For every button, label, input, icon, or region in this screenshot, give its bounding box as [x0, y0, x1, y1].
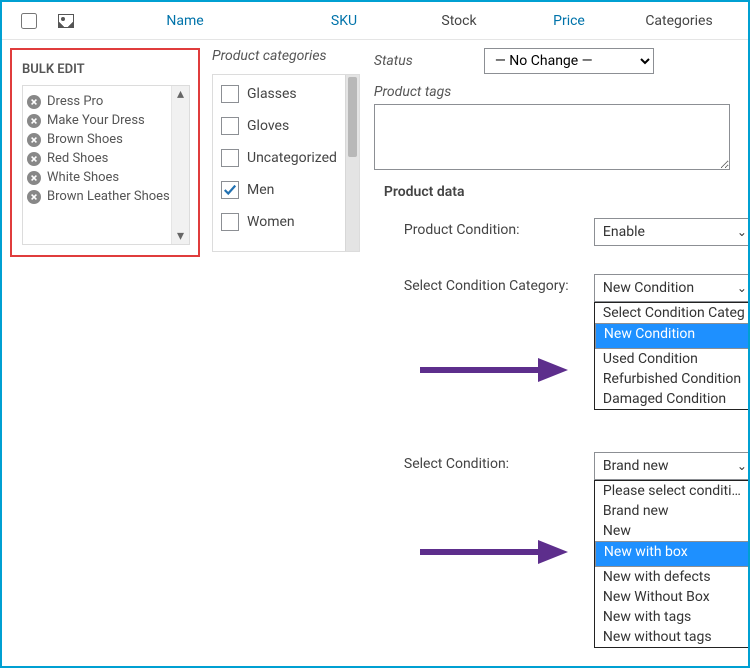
category-item[interactable]: Uncategorized	[221, 149, 337, 167]
bulk-fields: Status — No Change — Product tags Produc…	[370, 48, 750, 504]
listbox-option[interactable]: Select Condition Categ	[595, 303, 750, 323]
bulk-item: Brown Leather Shoes	[27, 187, 167, 206]
category-checkbox[interactable]	[221, 149, 239, 167]
select-condition-label: Select Condition:	[404, 452, 594, 472]
category-item[interactable]: Women	[221, 213, 337, 231]
category-item[interactable]: Gloves	[221, 117, 337, 135]
condition-category-label: Select Condition Category:	[404, 274, 594, 294]
condition-category-value: New Condition	[603, 280, 694, 296]
category-label: Gloves	[247, 118, 289, 134]
category-checkbox[interactable]	[221, 181, 239, 199]
bulk-item-label: White Shoes	[47, 170, 119, 185]
listbox-option[interactable]: New Without Box	[595, 587, 750, 607]
app-frame: Name SKU Stock Price Categories BULK EDI…	[0, 0, 750, 668]
bulk-item-list: Dress Pro Make Your Dress Brown Shoes Red S…	[22, 85, 190, 245]
tags-label: Product tags	[374, 84, 750, 100]
listbox-option[interactable]: New Condition	[595, 323, 750, 349]
category-label: Glasses	[247, 86, 297, 102]
col-stock: Stock	[404, 13, 514, 29]
scroll-down-icon: ▾	[172, 228, 189, 244]
annotation-arrow-icon	[420, 538, 570, 566]
category-label: Men	[247, 182, 274, 198]
bulk-item-label: Make Your Dress	[47, 113, 145, 128]
select-all-checkbox[interactable]	[21, 13, 37, 29]
category-item[interactable]: Men	[221, 181, 337, 199]
scroll-up-icon: ▴	[172, 86, 189, 102]
bulk-edit-title: BULK EDIT	[22, 62, 190, 77]
bulk-item-label: Brown Shoes	[47, 132, 123, 147]
bulk-item: Dress Pro	[27, 92, 167, 111]
listbox-option[interactable]: Brand new	[595, 501, 750, 521]
listbox-option[interactable]: Used Condition	[595, 349, 750, 369]
categories-scrollbar[interactable]	[345, 75, 359, 251]
category-checkbox[interactable]	[221, 117, 239, 135]
status-label: Status	[374, 53, 484, 69]
remove-icon[interactable]	[27, 95, 41, 109]
listbox-option[interactable]: New without tags	[595, 627, 750, 647]
image-icon	[58, 14, 74, 28]
category-checkbox[interactable]	[221, 85, 239, 103]
listbox-option[interactable]: New with tags	[595, 607, 750, 627]
product-condition-value: Enable	[603, 224, 645, 240]
listbox-option[interactable]: New with box	[595, 541, 750, 567]
condition-category-select[interactable]: New Condition ⌄	[594, 274, 750, 302]
category-label: Uncategorized	[247, 150, 337, 166]
remove-icon[interactable]	[27, 133, 41, 147]
bulk-edit-panel: BULK EDIT Dress Pro Make Your Dress Brown …	[10, 48, 200, 257]
bulk-scrollbar[interactable]: ▴ ▾	[171, 86, 189, 244]
remove-icon[interactable]	[27, 171, 41, 185]
bulk-item: White Shoes	[27, 168, 167, 187]
col-sku[interactable]: SKU	[284, 13, 404, 29]
table-header: Name SKU Stock Price Categories	[2, 2, 748, 40]
product-condition-select[interactable]: Enable ⌄	[594, 218, 750, 246]
remove-icon[interactable]	[27, 190, 41, 204]
category-item[interactable]: Glasses	[221, 85, 337, 103]
listbox-option[interactable]: New with defects	[595, 567, 750, 587]
listbox-option[interactable]: New	[595, 521, 750, 541]
categories-panel: Product categories Glasses Gloves Uncatego…	[212, 48, 360, 252]
bulk-edit-row: BULK EDIT Dress Pro Make Your Dress Brown …	[2, 40, 748, 512]
scrollbar-thumb[interactable]	[348, 77, 357, 157]
col-price[interactable]: Price	[514, 13, 624, 29]
bulk-item: Make Your Dress	[27, 111, 167, 130]
category-checkbox[interactable]	[221, 213, 239, 231]
bulk-item-label: Dress Pro	[47, 94, 103, 109]
chevron-down-icon: ⌄	[737, 225, 747, 239]
bulk-item: Brown Shoes	[27, 130, 167, 149]
remove-icon[interactable]	[27, 114, 41, 128]
product-data-header: Product data	[384, 184, 750, 200]
tags-textarea[interactable]	[374, 104, 730, 170]
listbox-option[interactable]: Damaged Condition	[595, 389, 750, 409]
chevron-down-icon: ⌄	[737, 281, 747, 295]
categories-title: Product categories	[212, 48, 360, 64]
col-name[interactable]: Name	[86, 13, 284, 29]
select-condition-value: Brand new	[603, 458, 669, 474]
condition-category-listbox[interactable]: Select Condition CategNew ConditionUsed …	[594, 302, 750, 410]
bulk-item-label: Brown Leather Shoes	[47, 189, 170, 204]
image-column-header[interactable]	[46, 14, 86, 28]
remove-icon[interactable]	[27, 152, 41, 166]
bulk-item-label: Red Shoes	[47, 151, 108, 166]
bulk-item: Red Shoes	[27, 149, 167, 168]
listbox-option[interactable]: Please select condition	[595, 481, 750, 501]
status-select[interactable]: — No Change —	[484, 48, 654, 74]
chevron-down-icon: ⌄	[737, 459, 747, 473]
product-condition-label: Product Condition:	[404, 218, 594, 238]
col-categories: Categories	[624, 13, 734, 29]
listbox-option[interactable]: Refurbished Condition	[595, 369, 750, 389]
select-condition-select[interactable]: Brand new ⌄	[594, 452, 750, 480]
select-condition-listbox[interactable]: Please select conditionBrand newNewNew w…	[594, 480, 750, 648]
category-label: Women	[247, 214, 295, 230]
